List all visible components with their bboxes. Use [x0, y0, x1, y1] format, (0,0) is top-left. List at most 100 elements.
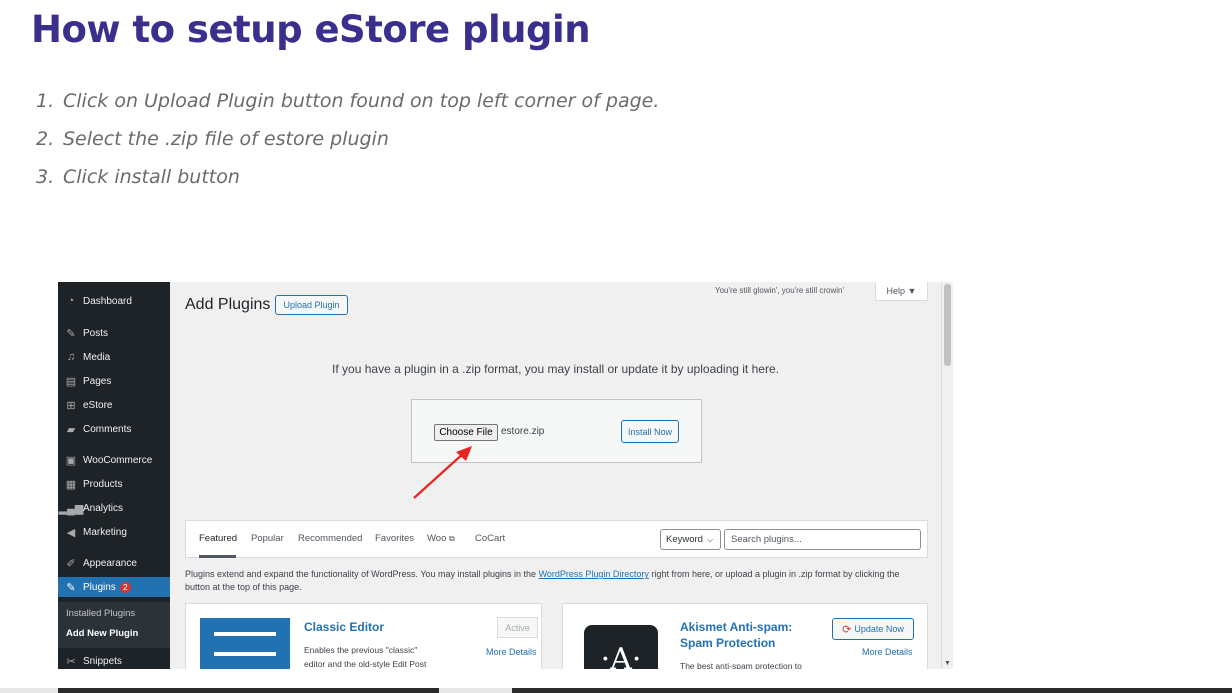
plugin-card-classic-editor: Classic Editor Enables the previous "cla…	[185, 603, 542, 669]
help-tab[interactable]: Help ▼	[875, 282, 928, 301]
plugin-description-line: The best anti-spam protection to	[680, 661, 802, 669]
admin-page-title: Add Plugins	[185, 296, 271, 313]
plugin-description-line: Enables the previous "classic"	[304, 645, 418, 655]
tab-label: Woo	[427, 533, 447, 544]
step-number: 2.	[36, 128, 55, 150]
sidebar-item-dashboard[interactable]: ◔ Dashboard	[58, 291, 170, 311]
sidebar-item-woocommerce[interactable]: ▣ WooCommerce	[58, 450, 170, 470]
plugin-filter-bar: Featured Popular Recommended Favorites W…	[185, 520, 928, 558]
plug-icon: ✎	[66, 581, 76, 594]
submenu-item-installed-plugins[interactable]: Installed Plugins	[66, 608, 135, 619]
sidebar-item-pages[interactable]: ▤ Pages	[58, 371, 170, 391]
sidebar-item-label: Media	[83, 351, 111, 363]
sidebar-item-label: Posts	[83, 327, 109, 339]
media-icon: ♫	[66, 351, 76, 363]
more-details-link[interactable]: More Details	[862, 647, 913, 657]
icon-line	[214, 652, 276, 656]
icon-line	[214, 632, 276, 636]
step-number: 3.	[36, 166, 55, 188]
plugin-title-link[interactable]: Classic Editor	[304, 619, 384, 635]
plugin-card-akismet: ·A· Akismet Anti-spam: Spam Protection ⟳ U…	[562, 603, 928, 669]
plugin-description-line: editor and the old-style Edit Post	[304, 659, 427, 669]
update-now-button[interactable]: ⟳ Update Now	[832, 618, 914, 640]
tab-popular[interactable]: Popular	[251, 533, 284, 544]
tab-active-indicator	[199, 555, 236, 558]
search-plugins-input[interactable]: Search plugins...	[724, 529, 921, 550]
sidebar-item-snippets[interactable]: ✂ Snippets	[58, 651, 170, 669]
screen-meta-text: You're still glowin', you're still crowi…	[715, 286, 844, 295]
upload-plugin-button[interactable]: Upload Plugin	[275, 295, 348, 315]
bottom-bar-segment	[512, 688, 1232, 693]
sidebar-item-label: Pages	[83, 375, 112, 387]
sidebar-item-appearance[interactable]: ✐ Appearance	[58, 553, 170, 573]
classic-editor-icon	[200, 618, 290, 669]
plugin-title-line: Spam Protection	[680, 636, 776, 650]
keyword-select[interactable]: Keyword ⌵	[660, 529, 721, 550]
install-now-button[interactable]: Install Now	[621, 420, 679, 443]
sidebar-item-posts[interactable]: ✎ Posts	[58, 323, 170, 343]
sidebar-item-plugins[interactable]: ✎ Plugins 2	[58, 577, 170, 597]
sidebar-item-label: Analytics	[83, 502, 124, 514]
pages-icon: ▤	[65, 375, 77, 388]
admin-content: You're still glowin', you're still crowi…	[170, 282, 941, 669]
cart-icon: ⊞	[66, 399, 76, 412]
vertical-scrollbar[interactable]: ▼	[941, 282, 953, 669]
akismet-icon: ·A·	[584, 625, 658, 669]
sidebar-item-label: Marketing	[83, 526, 127, 538]
sidebar-item-label: Snippets	[83, 655, 122, 667]
chart-icon: ▂▄▆	[58, 502, 84, 515]
refresh-icon: ⟳	[842, 623, 852, 636]
dashboard-icon: ◔	[67, 295, 75, 307]
sidebar-item-label: Products	[83, 478, 123, 490]
sidebar-item-media[interactable]: ♫ Media	[58, 347, 170, 367]
upload-description: If you have a plugin in a .zip format, y…	[332, 362, 779, 376]
wp-admin-screenshot: ◔ Dashboard ✎ Posts ♫ Media ▤ Pages ⊞ eStore …	[58, 282, 953, 669]
admin-sidebar: ◔ Dashboard ✎ Posts ♫ Media ▤ Pages ⊞ eStore …	[58, 282, 170, 669]
external-link-icon: ⧉	[449, 534, 455, 543]
tab-recommended[interactable]: Recommended	[298, 533, 362, 544]
plugin-title-link[interactable]: Akismet Anti-spam: Spam Protection	[680, 619, 792, 651]
choose-file-button[interactable]: Choose File	[434, 424, 498, 441]
brush-icon: ✐	[66, 557, 76, 570]
sidebar-item-marketing[interactable]: ◀ Marketing	[58, 522, 170, 542]
step-text: Click on Upload Plugin button found on t…	[63, 90, 660, 112]
megaphone-icon: ◀	[66, 526, 76, 539]
active-status-button: Active	[497, 617, 538, 638]
submenu-item-add-new-plugin[interactable]: Add New Plugin	[66, 628, 138, 639]
tab-woo[interactable]: Woo ⧉	[427, 533, 455, 544]
plugin-title-line: Akismet Anti-spam:	[680, 620, 793, 634]
scroll-down-arrow-icon[interactable]: ▼	[944, 660, 951, 667]
chevron-down-icon: ⌵	[706, 534, 714, 544]
plugin-directory-link[interactable]: WordPress Plugin Directory	[539, 569, 649, 579]
step-item: 2. Select the .zip file of estore plugin	[36, 127, 659, 165]
selected-file-name: estore.zip	[501, 426, 545, 437]
sidebar-item-comments[interactable]: ▰ Comments	[58, 419, 170, 439]
update-now-label: Update Now	[854, 624, 904, 634]
sidebar-item-label: Dashboard	[83, 295, 132, 307]
scissors-icon: ✂	[66, 655, 76, 668]
sidebar-item-analytics[interactable]: ▂▄▆ Analytics	[58, 498, 170, 518]
scrollbar-thumb[interactable]	[944, 284, 951, 366]
sidebar-item-label: Comments	[83, 423, 132, 435]
more-details-link[interactable]: More Details	[486, 647, 537, 657]
step-text: Click install button	[63, 166, 240, 188]
sidebar-item-label: Appearance	[83, 557, 137, 569]
step-item: 1. Click on Upload Plugin button found on…	[36, 89, 659, 127]
step-item: 3. Click install button	[36, 165, 659, 203]
step-number: 1.	[36, 90, 55, 112]
woo-icon: ▣	[65, 454, 77, 467]
tab-featured[interactable]: Featured	[199, 533, 237, 544]
sidebar-item-label: Plugins	[83, 581, 116, 593]
tab-favorites[interactable]: Favorites	[375, 533, 414, 544]
bottom-bar-segment	[58, 688, 439, 693]
keyword-select-value: Keyword	[666, 534, 703, 545]
tab-cocart[interactable]: CoCart	[475, 533, 505, 544]
step-text: Select the .zip file of estore plugin	[63, 128, 389, 150]
page-title: How to setup eStore plugin	[31, 8, 591, 51]
sidebar-item-label: WooCommerce	[83, 454, 153, 466]
sidebar-item-products[interactable]: ▦ Products	[58, 474, 170, 494]
products-icon: ▦	[65, 478, 77, 491]
pin-icon: ✎	[66, 327, 76, 340]
sidebar-item-estore[interactable]: ⊞ eStore	[58, 395, 170, 415]
update-count-badge: 2	[119, 581, 131, 593]
